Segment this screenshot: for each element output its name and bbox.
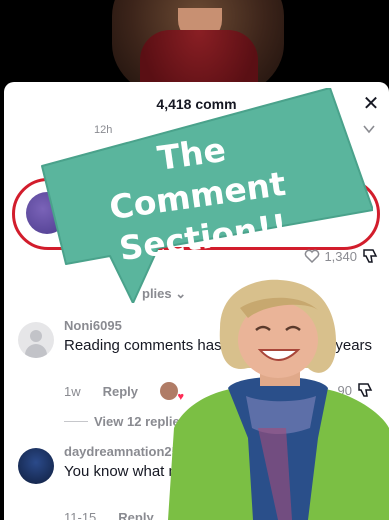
comment-username[interactable]: Noni6095 — [64, 318, 122, 333]
speech-bubble-sticker: The Comment Section!! — [38, 88, 373, 303]
video-background — [0, 0, 389, 90]
comment-age: 11-15 — [64, 510, 97, 520]
avatar-body — [25, 344, 47, 358]
comment-age: 1w — [64, 383, 81, 399]
video-person-shirt — [140, 30, 258, 90]
video-person — [112, 0, 284, 90]
default-avatar-icon[interactable] — [18, 322, 54, 358]
comment-username[interactable]: daydreamnation25 — [64, 444, 179, 459]
divider-line — [64, 421, 88, 422]
comment-meta: 1w Reply — [64, 382, 184, 403]
reply-button[interactable]: Reply — [103, 384, 138, 399]
avatar-head — [30, 330, 42, 342]
laughing-woman-cutout — [168, 279, 389, 520]
reply-button[interactable]: Reply — [118, 510, 153, 520]
user-avatar[interactable] — [18, 448, 54, 484]
comment-meta: 11-15 Reply — [64, 510, 154, 520]
